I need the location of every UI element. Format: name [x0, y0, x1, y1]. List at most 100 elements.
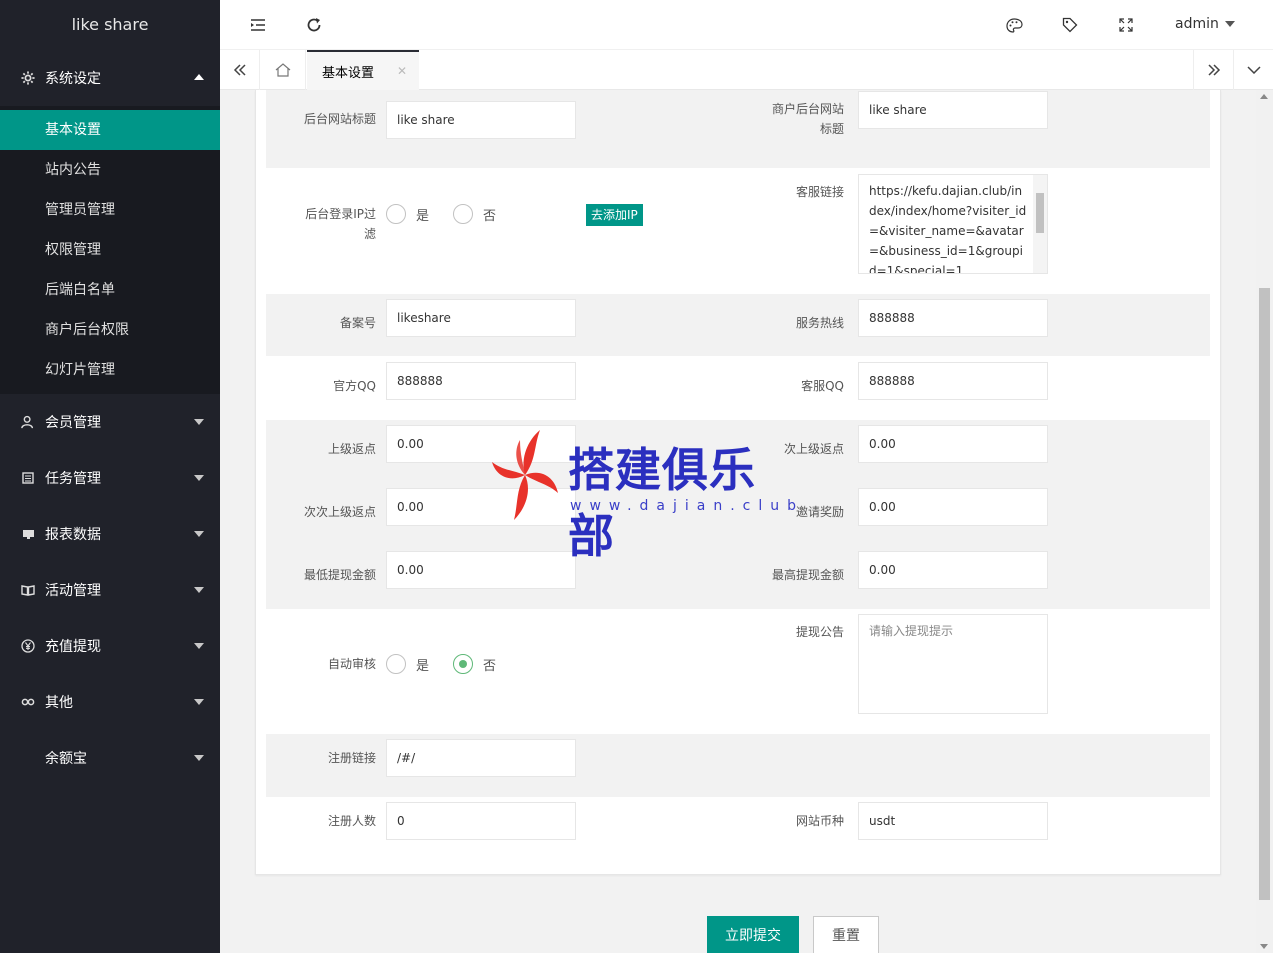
textarea-scrollbar[interactable] — [1033, 175, 1047, 273]
pinwheel-logo-icon — [492, 430, 558, 520]
radio-circle-checked — [453, 654, 473, 674]
chevron-down-icon — [194, 643, 204, 649]
sidebar-group-activities[interactable]: 活动管理 — [0, 562, 220, 618]
sidebar-item-merchant-permissions[interactable]: 商户后台权限 — [0, 310, 220, 350]
sidebar-item-admins[interactable]: 管理员管理 — [0, 190, 220, 230]
sidebar-group-label: 任务管理 — [45, 471, 101, 487]
form-row: 注册链接 /#/ — [266, 734, 1210, 797]
max-withdraw-input[interactable]: 0.00 — [858, 551, 1048, 589]
chevron-down-icon — [194, 419, 204, 425]
user-icon — [20, 414, 36, 430]
currency-input[interactable]: usdt — [858, 802, 1048, 840]
rebate2-input[interactable]: 0.00 — [858, 425, 1048, 463]
sidebar-group-yuebao[interactable]: 余额宝 — [0, 730, 220, 786]
min-withdraw-input[interactable]: 0.00 — [386, 551, 576, 589]
ip-filter-yes-radio[interactable]: 是 — [386, 204, 429, 224]
app-logo[interactable]: like share — [0, 0, 220, 50]
invite-input[interactable]: 0.00 — [858, 488, 1048, 526]
scroll-down-arrow-icon[interactable] — [1260, 944, 1268, 949]
sidebar-group-label: 充值提现 — [45, 639, 101, 655]
hotline-input[interactable]: 888888 — [858, 299, 1048, 337]
reset-button[interactable]: 重置 — [813, 916, 879, 953]
form-row: 注册人数 0 网站币种 usdt — [266, 797, 1210, 860]
form-row: 后台登录IP过 滤 是 否 去添加IP 客服链接 https://kefu.da… — [266, 168, 1210, 294]
home-icon[interactable] — [260, 50, 306, 90]
list-icon — [20, 470, 36, 486]
tab-basic-settings[interactable]: 基本设置 ✕ — [307, 50, 419, 90]
admin-title-input[interactable]: like share — [386, 101, 576, 139]
register-link-label: 注册链接 — [327, 751, 376, 765]
form-row: 备案号 likeshare 服务热线 888888 — [266, 294, 1210, 356]
close-icon[interactable]: ✕ — [397, 64, 407, 78]
radio-circle — [386, 204, 406, 224]
fullscreen-icon[interactable] — [1116, 15, 1136, 35]
tabs-scroll-left-icon[interactable] — [220, 50, 260, 90]
form-row: 自动审核 是 否 提现公告 请输入提现提示 — [266, 609, 1210, 734]
chevron-up-icon — [194, 74, 204, 80]
withdraw-notice-label: 提现公告 — [795, 625, 844, 639]
sidebar-item-whitelist[interactable]: 后端白名单 — [0, 270, 220, 310]
currency-label: 网站币种 — [795, 814, 844, 828]
menu-toggle-icon[interactable] — [248, 15, 268, 35]
sidebar-group-system[interactable]: 系统设定 — [0, 50, 220, 106]
scroll-up-arrow-icon[interactable] — [1260, 94, 1268, 99]
form-row: 官方QQ 888888 客服QQ 888888 — [266, 356, 1210, 420]
icp-label: 备案号 — [339, 316, 376, 330]
hotline-label: 服务热线 — [795, 316, 844, 330]
ip-filter-label: 后台登录IP过 滤 — [305, 207, 376, 241]
register-count-input[interactable]: 0 — [386, 802, 576, 840]
sidebar-item-permissions[interactable]: 权限管理 — [0, 230, 220, 270]
radio-circle — [386, 654, 406, 674]
tabs-menu-chevron-down-icon[interactable] — [1233, 50, 1273, 90]
sidebar-group-recharge[interactable]: 充值提现 — [0, 618, 220, 674]
username: admin — [1175, 16, 1219, 32]
sidebar-group-reports[interactable]: 报表数据 — [0, 506, 220, 562]
register-link-input[interactable]: /#/ — [386, 739, 576, 777]
admin-title-label: 后台网站标题 — [303, 112, 376, 126]
service-qq-label: 客服QQ — [801, 379, 844, 393]
yen-icon — [20, 638, 36, 654]
qq-input[interactable]: 888888 — [386, 362, 576, 400]
auto-audit-no-radio[interactable]: 否 — [453, 654, 496, 674]
sidebar-group-label: 会员管理 — [45, 415, 101, 431]
merchant-title-input[interactable]: like share — [858, 91, 1048, 129]
register-count-label: 注册人数 — [327, 814, 376, 828]
icp-input[interactable]: likeshare — [386, 299, 576, 337]
chart-icon — [20, 526, 36, 542]
qq-label: 官方QQ — [333, 379, 376, 393]
service-link-textarea[interactable]: https://kefu.dajian.club/index/index/hom… — [858, 174, 1048, 274]
sidebar-group-label: 余额宝 — [45, 751, 87, 767]
theme-palette-icon[interactable] — [1004, 15, 1024, 35]
add-ip-button[interactable]: 去添加IP — [586, 204, 643, 226]
submit-button[interactable]: 立即提交 — [707, 916, 799, 953]
sidebar-submenu: 基本设置 站内公告 管理员管理 权限管理 后端白名单 商户后台权限 幻灯片管理 — [0, 106, 220, 394]
rebate3-label: 次次上级返点 — [303, 505, 376, 519]
sidebar-group-tasks[interactable]: 任务管理 — [0, 450, 220, 506]
chevron-down-icon — [194, 587, 204, 593]
service-link-label: 客服链接 — [795, 185, 844, 199]
min-withdraw-label: 最低提现金额 — [303, 568, 376, 582]
ip-filter-no-radio[interactable]: 否 — [453, 204, 496, 224]
caret-down-icon — [1224, 21, 1235, 27]
page-scrollbar[interactable] — [1256, 90, 1273, 953]
tabs-bar: 基本设置 ✕ — [220, 50, 1273, 90]
radio-circle — [453, 204, 473, 224]
sidebar-item-slides[interactable]: 幻灯片管理 — [0, 350, 220, 390]
user-menu[interactable]: admin — [1175, 16, 1235, 32]
book-icon — [20, 582, 36, 598]
scrollbar-thumb[interactable] — [1259, 288, 1270, 900]
withdraw-notice-textarea[interactable]: 请输入提现提示 — [858, 614, 1048, 714]
sidebar-group-members[interactable]: 会员管理 — [0, 394, 220, 450]
top-header: admin — [220, 0, 1273, 50]
sidebar-item-basic-settings[interactable]: 基本设置 — [0, 110, 220, 150]
service-qq-input[interactable]: 888888 — [858, 362, 1048, 400]
tab-label: 基本设置 — [322, 65, 375, 81]
tag-icon[interactable] — [1060, 15, 1080, 35]
tabs-scroll-right-icon[interactable] — [1193, 50, 1233, 90]
refresh-icon[interactable] — [304, 15, 324, 35]
rebate1-label: 上级返点 — [327, 442, 376, 456]
sidebar-group-label: 活动管理 — [45, 583, 101, 599]
sidebar-item-announcements[interactable]: 站内公告 — [0, 150, 220, 190]
sidebar-group-other[interactable]: 其他 — [0, 674, 220, 730]
auto-audit-yes-radio[interactable]: 是 — [386, 654, 429, 674]
